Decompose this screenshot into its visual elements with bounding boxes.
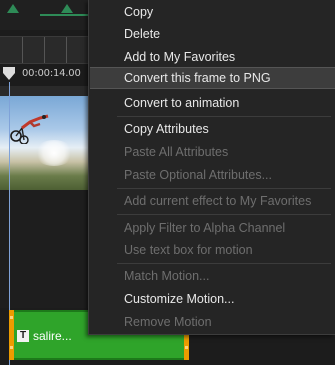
menu-item-paste-all-attributes[interactable]: Paste All Attributes [90, 141, 335, 163]
clip-label: salire... [33, 329, 72, 343]
grip-dot [10, 346, 13, 349]
bmx-rider-image [10, 114, 49, 144]
menu-item-paste-optional-attributes[interactable]: Paste Optional Attributes... [90, 164, 335, 186]
menu-item-delete[interactable]: Delete [90, 23, 335, 45]
video-clip-thumbnail[interactable] [0, 96, 88, 190]
menu-item-convert-to-animation[interactable]: Convert to animation [90, 92, 335, 114]
grip-dot [10, 316, 13, 319]
video-track-header [0, 86, 88, 96]
menu-item-match-motion[interactable]: Match Motion... [90, 265, 335, 287]
time-ruler[interactable] [0, 36, 88, 64]
timeline-toolbar [0, 0, 88, 30]
menu-item-add-effect-to-favorites[interactable]: Add current effect to My Favorites [90, 190, 335, 212]
menu-item-add-to-favorites[interactable]: Add to My Favorites [90, 46, 335, 68]
ruler-tick [44, 37, 45, 63]
context-menu: Copy Delete Add to My Favorites Convert … [88, 0, 335, 335]
menu-item-convert-frame-to-png[interactable]: Convert this frame to PNG [90, 67, 335, 89]
menu-item-copy[interactable]: Copy [90, 1, 335, 23]
ruler-tick [22, 37, 23, 63]
menu-item-use-text-box-motion[interactable]: Use text box for motion [90, 239, 335, 261]
menu-separator [117, 263, 331, 264]
menu-item-remove-motion[interactable]: Remove Motion [90, 311, 335, 333]
clip-trim-left-handle[interactable] [9, 310, 14, 360]
toolbar-divider [40, 14, 88, 16]
collapse-arrow-icon[interactable] [4, 2, 19, 16]
menu-separator [117, 214, 331, 215]
menu-item-copy-attributes[interactable]: Copy Attributes [90, 118, 335, 140]
overlay-track [0, 190, 88, 308]
text-clip-icon: T [17, 330, 29, 342]
timecode-label: 00:00:14.00 [22, 68, 81, 79]
playhead-handle-icon[interactable] [3, 67, 15, 81]
ruler-tick [66, 37, 67, 63]
menu-item-customize-motion[interactable]: Customize Motion... [90, 288, 335, 310]
menu-separator [117, 116, 331, 117]
menu-item-apply-filter-alpha[interactable]: Apply Filter to Alpha Channel [90, 217, 335, 239]
menu-separator [117, 188, 331, 189]
grip-dot [185, 346, 188, 349]
